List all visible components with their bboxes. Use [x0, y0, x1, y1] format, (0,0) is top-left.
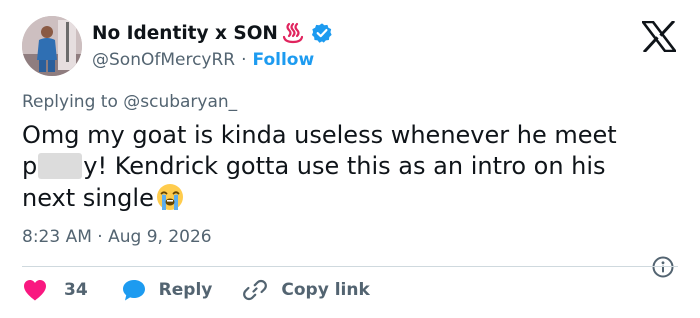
tweet-line-2-start: p: [22, 152, 38, 180]
replying-prefix: Replying to: [22, 92, 118, 112]
author-name-row: No Identity x SON: [92, 20, 333, 46]
handle-row: @SonOfMercyRR · Follow: [92, 48, 314, 72]
reply-mention-link[interactable]: @scubaryan_: [123, 92, 237, 112]
handle[interactable]: @SonOfMercyRR: [92, 50, 235, 70]
avatar-image: [22, 16, 82, 76]
copy-link-button[interactable]: Copy link: [242, 277, 370, 303]
tweet-line-3-text: next single: [22, 184, 154, 212]
tweet-date: Aug 9, 2026: [108, 227, 212, 247]
heart-icon: [24, 280, 46, 301]
tweet-line-2: p y! Kendrick gotta use this as an intro …: [22, 151, 682, 182]
verified-badge-icon[interactable]: [311, 22, 333, 44]
tweet-timestamp[interactable]: 8:23 AM · Aug 9, 2026: [22, 227, 212, 247]
tweet-line-1: Omg my goat is kinda useless whenever he…: [22, 121, 617, 149]
like-button[interactable]: 34: [22, 278, 88, 302]
action-bar: 34 Reply Copy link: [22, 276, 370, 304]
loudly-crying-emoji-icon: [156, 184, 183, 210]
meta-separator: ·: [97, 227, 103, 247]
avatar[interactable]: [22, 16, 82, 76]
tweet-line-3: next single: [22, 182, 682, 214]
follow-button[interactable]: Follow: [253, 50, 315, 70]
tweet-time: 8:23 AM: [22, 227, 92, 247]
divider: [22, 266, 678, 267]
copy-link-label: Copy link: [281, 280, 370, 300]
reply-button[interactable]: Reply: [121, 277, 213, 303]
separator-dot: ·: [241, 50, 247, 70]
hot-springs-emoji-icon: [282, 22, 304, 44]
link-icon: [243, 279, 268, 301]
censor-block: [38, 153, 83, 179]
reply-label: Reply: [158, 280, 213, 300]
like-count: 34: [64, 280, 88, 300]
reply-bubble-icon: [122, 280, 145, 301]
replying-to: Replying to @scubaryan_: [22, 92, 237, 112]
info-icon[interactable]: [651, 255, 675, 279]
x-logo-icon[interactable]: [642, 21, 676, 52]
tweet-line-2-end: y! Kendrick gotta use this as an intro o…: [83, 152, 606, 180]
display-name[interactable]: No Identity x SON: [92, 23, 278, 44]
tweet-text: Omg my goat is kinda useless whenever he…: [22, 120, 682, 214]
